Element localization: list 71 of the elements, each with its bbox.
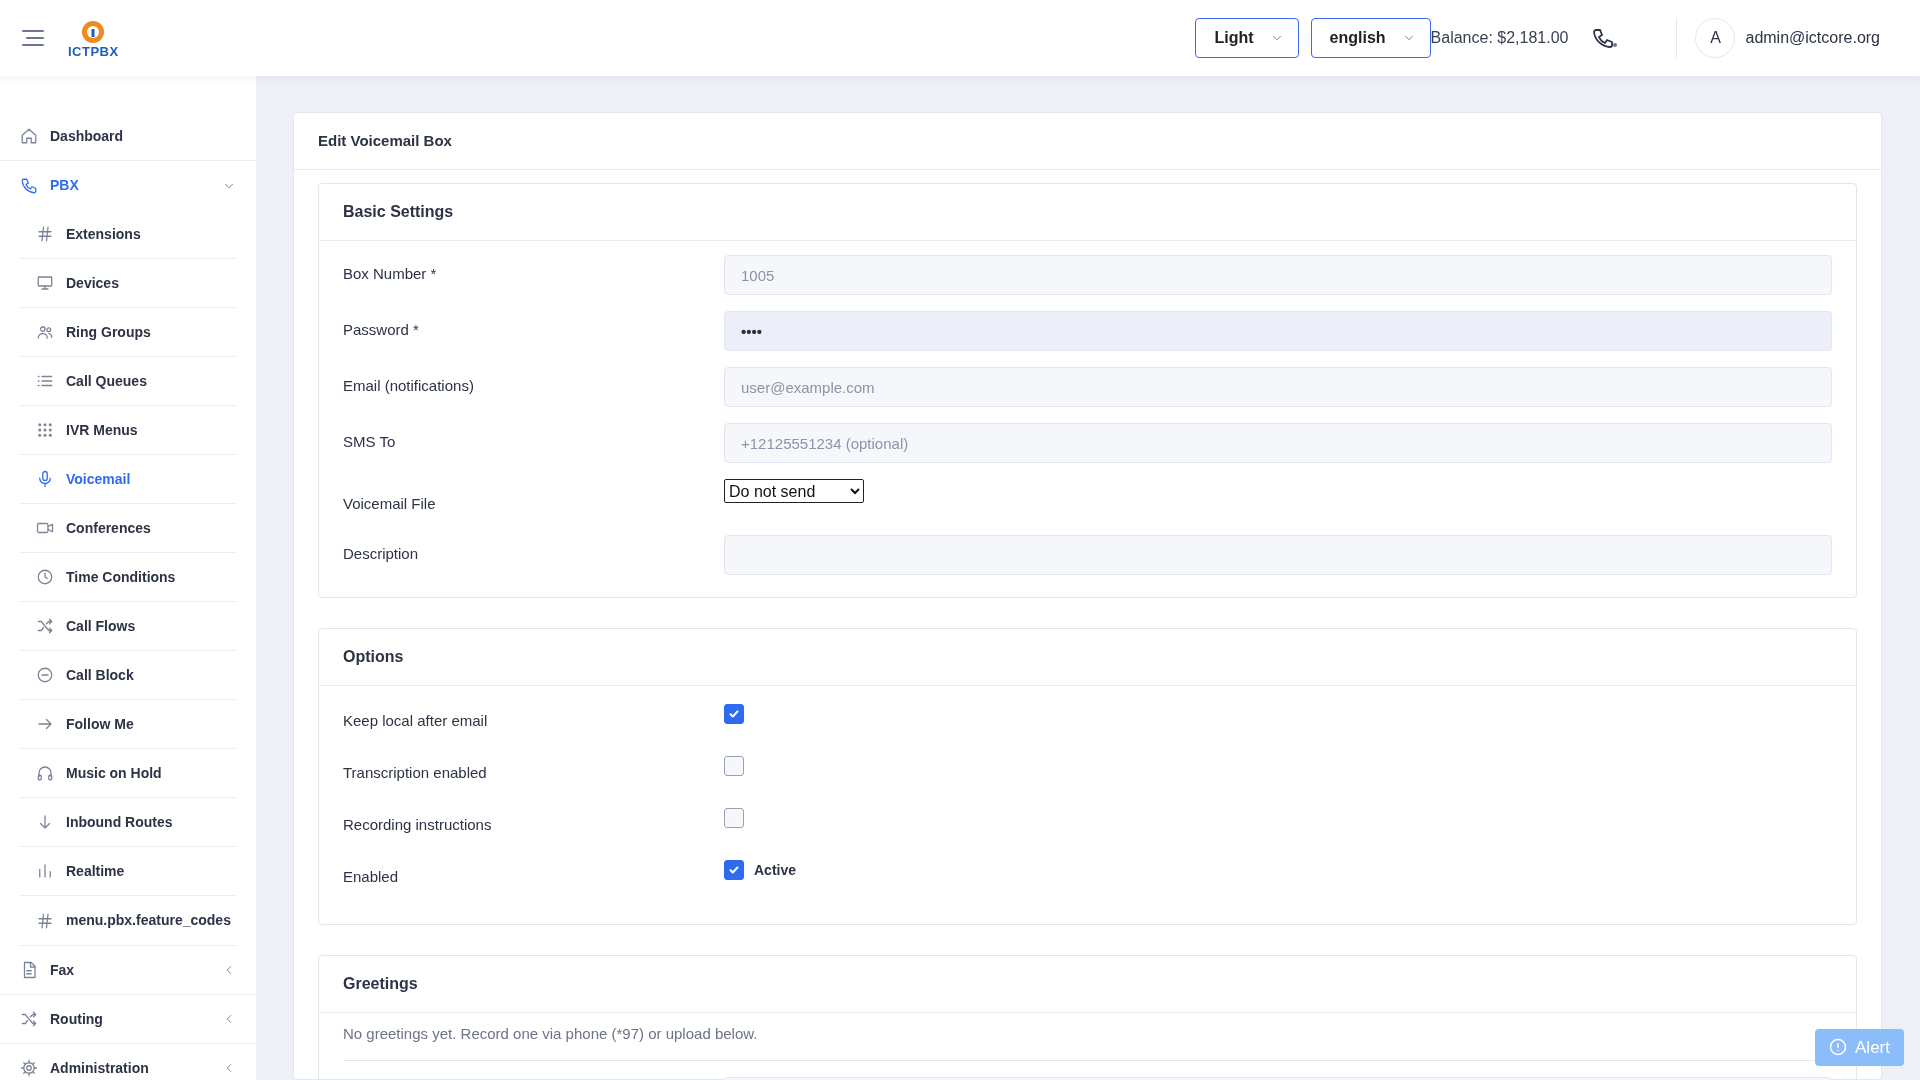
input-field[interactable] <box>724 535 1832 575</box>
field-label: Recording instructions <box>343 815 493 835</box>
checkbox-caption: Active <box>754 861 797 880</box>
sidebar-subitem[interactable]: Inbound Routes <box>20 798 236 847</box>
sidebar-subitem[interactable]: Realtime <box>20 847 236 896</box>
sidebar-item[interactable]: Administration <box>0 1044 256 1080</box>
input-field[interactable]: •••• <box>724 311 1832 351</box>
menu-icon[interactable] <box>22 30 44 46</box>
theme-select[interactable]: Light <box>1195 18 1299 58</box>
sidebar-item[interactable]: PBX <box>0 161 256 210</box>
page-title: Edit Voicemail Box <box>318 130 452 151</box>
checkbox[interactable] <box>724 860 744 880</box>
monitor-icon <box>36 274 54 292</box>
users-icon <box>36 323 54 341</box>
section-title: Options <box>343 647 404 667</box>
logo-text: ICTPBX <box>68 44 119 58</box>
sidebar-subitem[interactable]: IVR Menus <box>20 406 236 455</box>
checkbox[interactable] <box>724 808 744 828</box>
field-label: Enabled <box>343 867 400 887</box>
field-label: SMS To <box>343 432 397 452</box>
hash-icon <box>36 911 54 930</box>
shuffle-icon <box>36 617 54 635</box>
field-label: Transcription enabled <box>343 763 488 783</box>
sidebar-subitem[interactable]: menu.pbx.feature_codes <box>20 896 236 945</box>
sidebar-subitem[interactable]: Call Block <box>20 651 236 700</box>
sidebar-subitem[interactable]: Call Queues <box>20 357 236 406</box>
field-label: Box Number * <box>343 264 438 284</box>
field-label: Description <box>343 544 420 564</box>
check-icon <box>728 864 740 876</box>
sidebar-subitem[interactable]: Conferences <box>20 504 236 553</box>
shuffle-icon <box>20 1010 38 1028</box>
sidebar-item[interactable]: Dashboard <box>0 112 256 161</box>
field-label: Keep local after email <box>343 711 489 731</box>
sidebar-subitem[interactable]: Time Conditions <box>20 553 236 602</box>
field-label: Email (notifications) <box>343 376 475 396</box>
hash-icon <box>36 225 54 243</box>
headphones-icon <box>36 764 54 782</box>
checkbox[interactable] <box>724 756 744 776</box>
sidebar-subitem[interactable]: Follow Me <box>20 700 236 749</box>
sidebar-subitem[interactable]: Devices <box>20 259 236 308</box>
minus-circle-icon <box>36 666 54 684</box>
microphone-icon <box>36 470 54 488</box>
field-label: Voicemail File <box>343 494 437 514</box>
sidebar-subitem[interactable]: Music on Hold <box>20 749 236 798</box>
alert-icon <box>1829 1038 1848 1057</box>
section-title: Greetings <box>343 974 418 994</box>
language-select[interactable]: english <box>1310 18 1431 58</box>
check-icon <box>728 708 740 720</box>
clock-icon <box>36 568 54 586</box>
input-field[interactable]: +12125551234 (optional) <box>724 423 1832 463</box>
input-field[interactable]: user@example.com <box>724 367 1832 407</box>
note-text: No greetings yet. Record one via phone (*97) or upload below. <box>343 1024 759 1044</box>
checkbox[interactable] <box>724 704 744 724</box>
sidebar-subitem[interactable]: Extensions <box>20 210 236 259</box>
user-email[interactable]: admin@ictcore.org <box>1745 26 1880 50</box>
phone-icon <box>20 176 38 195</box>
balance-text: Balance: $2,181.00 <box>1430 28 1569 48</box>
phone-icon[interactable] <box>1592 27 1619 50</box>
voicemail-file-select[interactable]: Do not send <box>724 479 864 503</box>
input-field[interactable]: 1005 <box>724 255 1832 295</box>
home-icon <box>20 127 38 145</box>
sidebar-subitem[interactable]: Ring Groups <box>20 308 236 357</box>
keypad-icon <box>36 421 54 439</box>
sidebar-item[interactable]: Fax <box>0 946 256 995</box>
sidebar-subitem[interactable]: Call Flows <box>20 602 236 651</box>
field-label: Password * <box>343 320 420 340</box>
sidebar-item[interactable]: Routing <box>0 995 256 1044</box>
sidebar-subitem[interactable]: Voicemail <box>20 455 236 504</box>
gear-icon <box>20 1059 38 1077</box>
bar-chart-icon <box>36 862 54 880</box>
section-title: Basic Settings <box>343 202 454 222</box>
